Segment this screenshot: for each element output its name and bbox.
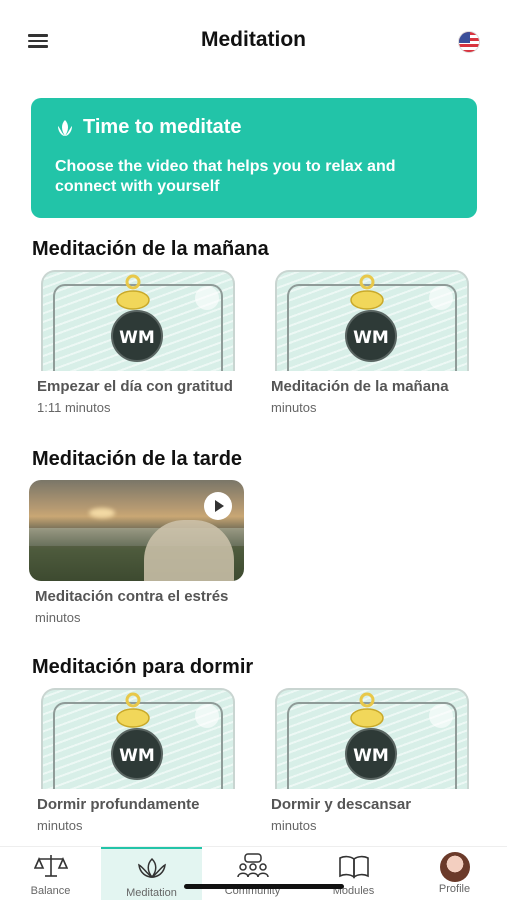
video-card[interactable]: WM Meditación de la mañana minutos <box>267 270 477 415</box>
video-card[interactable]: WM Empezar el día con gratitud 1:11 minu… <box>33 270 243 415</box>
tab-profile[interactable]: Profile <box>404 847 505 900</box>
play-icon <box>429 704 453 728</box>
card-duration: minutos <box>271 400 317 415</box>
card-title: Dormir profundamente <box>37 796 200 813</box>
play-icon <box>204 492 232 520</box>
card-duration: minutos <box>35 610 81 625</box>
section-title-morning: Meditación de la mañana <box>32 238 269 260</box>
card-duration: minutos <box>271 818 317 833</box>
community-icon <box>236 853 269 878</box>
card-duration: 1:11 minutos <box>37 400 111 415</box>
lotus-icon <box>137 857 166 879</box>
lotus-icon <box>58 119 72 136</box>
pacifier-icon <box>116 692 150 728</box>
video-thumbnail: WM <box>275 688 469 789</box>
video-card[interactable]: WM Dormir profundamente minutos <box>33 688 243 833</box>
video-thumbnail: WM <box>275 270 469 371</box>
scale-icon <box>33 855 68 877</box>
play-icon <box>195 286 219 310</box>
tab-modules[interactable]: Modules <box>303 847 404 900</box>
pacifier-icon <box>350 692 384 728</box>
play-icon <box>429 286 453 310</box>
pacifier-icon <box>116 274 150 310</box>
play-icon <box>195 704 219 728</box>
us-flag-icon[interactable] <box>458 31 480 53</box>
avatar-icon <box>439 852 470 882</box>
tab-meditation[interactable]: Meditation <box>101 847 202 900</box>
video-thumbnail <box>29 480 244 581</box>
banner-title: Time to meditate <box>83 116 242 138</box>
card-duration: minutos <box>37 818 83 833</box>
banner-text: Choose the video that helps you to relax… <box>55 158 396 195</box>
tab-balance[interactable]: Balance <box>0 847 101 900</box>
meditate-banner: Time to meditate Choose the video that h… <box>31 98 477 218</box>
home-indicator <box>184 884 344 889</box>
app-header: Meditation <box>0 0 507 82</box>
wm-logo: WM <box>111 728 163 780</box>
wm-logo: WM <box>345 728 397 780</box>
section-title-afternoon: Meditación de la tarde <box>32 448 243 470</box>
tab-label: Balance <box>30 885 71 897</box>
wm-logo: WM <box>111 310 163 362</box>
page-title: Meditation <box>201 28 306 51</box>
card-title: Empezar el día con gratitud <box>37 378 233 395</box>
video-card[interactable]: WM Dormir y descansar minutos <box>267 688 477 833</box>
bottom-tab-bar: Balance Meditation Community Modules Pro… <box>0 846 507 900</box>
card-title: Meditación contra el estrés <box>35 588 229 605</box>
video-thumbnail: WM <box>41 688 235 789</box>
video-thumbnail: WM <box>41 270 235 371</box>
video-card[interactable]: Meditación contra el estrés minutos <box>29 480 245 625</box>
tab-community[interactable]: Community <box>202 847 303 900</box>
card-title: Dormir y descansar <box>271 796 412 813</box>
tab-label: Profile <box>438 883 471 895</box>
section-title-sleep: Meditación para dormir <box>32 656 254 678</box>
pacifier-icon <box>350 274 384 310</box>
card-title: Meditación de la mañana <box>271 378 449 395</box>
wm-logo: WM <box>345 310 397 362</box>
book-icon <box>338 855 369 879</box>
